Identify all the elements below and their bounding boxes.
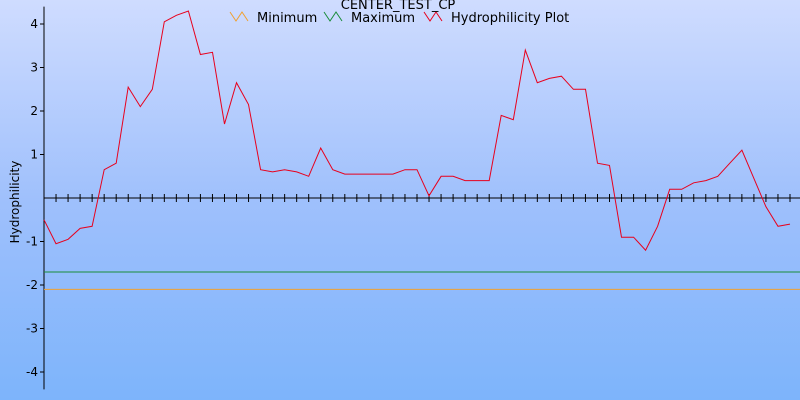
legend-hydrophilicity: Hydrophilicity Plot [423,11,569,26]
hydrophilicity-line [43,10,791,252]
hydrophilicity-chart: -4 -3 -2 -1 1 2 3 4 Minimum Maximum Hydrophilicit… [0,0,800,400]
legend-label: Minimum [257,11,317,26]
y-tick-label: -1 [26,235,38,249]
y-tick-label: 4 [30,17,38,31]
y-tick-label: -4 [26,365,38,379]
legend-label: Maximum [351,11,415,26]
chart-title: CENTER_TEST_CP [341,0,456,13]
legend-swatch-icon [323,11,343,22]
y-tick-label: -2 [26,278,38,292]
legend-swatch-icon [423,11,443,22]
y-tick-label: 3 [30,61,38,75]
legend-label: Hydrophilicity Plot [451,11,569,26]
y-tick-label: 1 [30,148,38,162]
y-tick-label: -3 [26,322,38,336]
y-axis-label: Hydrophilicity [8,161,22,244]
legend-swatch-icon [229,11,249,22]
y-tick-label: 2 [30,104,38,118]
chart-canvas: -4 -3 -2 -1 1 2 3 4 Minimum Maximum Hydrophilicit… [8,0,800,390]
legend-maximum: Maximum [323,11,415,26]
legend-minimum: Minimum [229,11,317,26]
